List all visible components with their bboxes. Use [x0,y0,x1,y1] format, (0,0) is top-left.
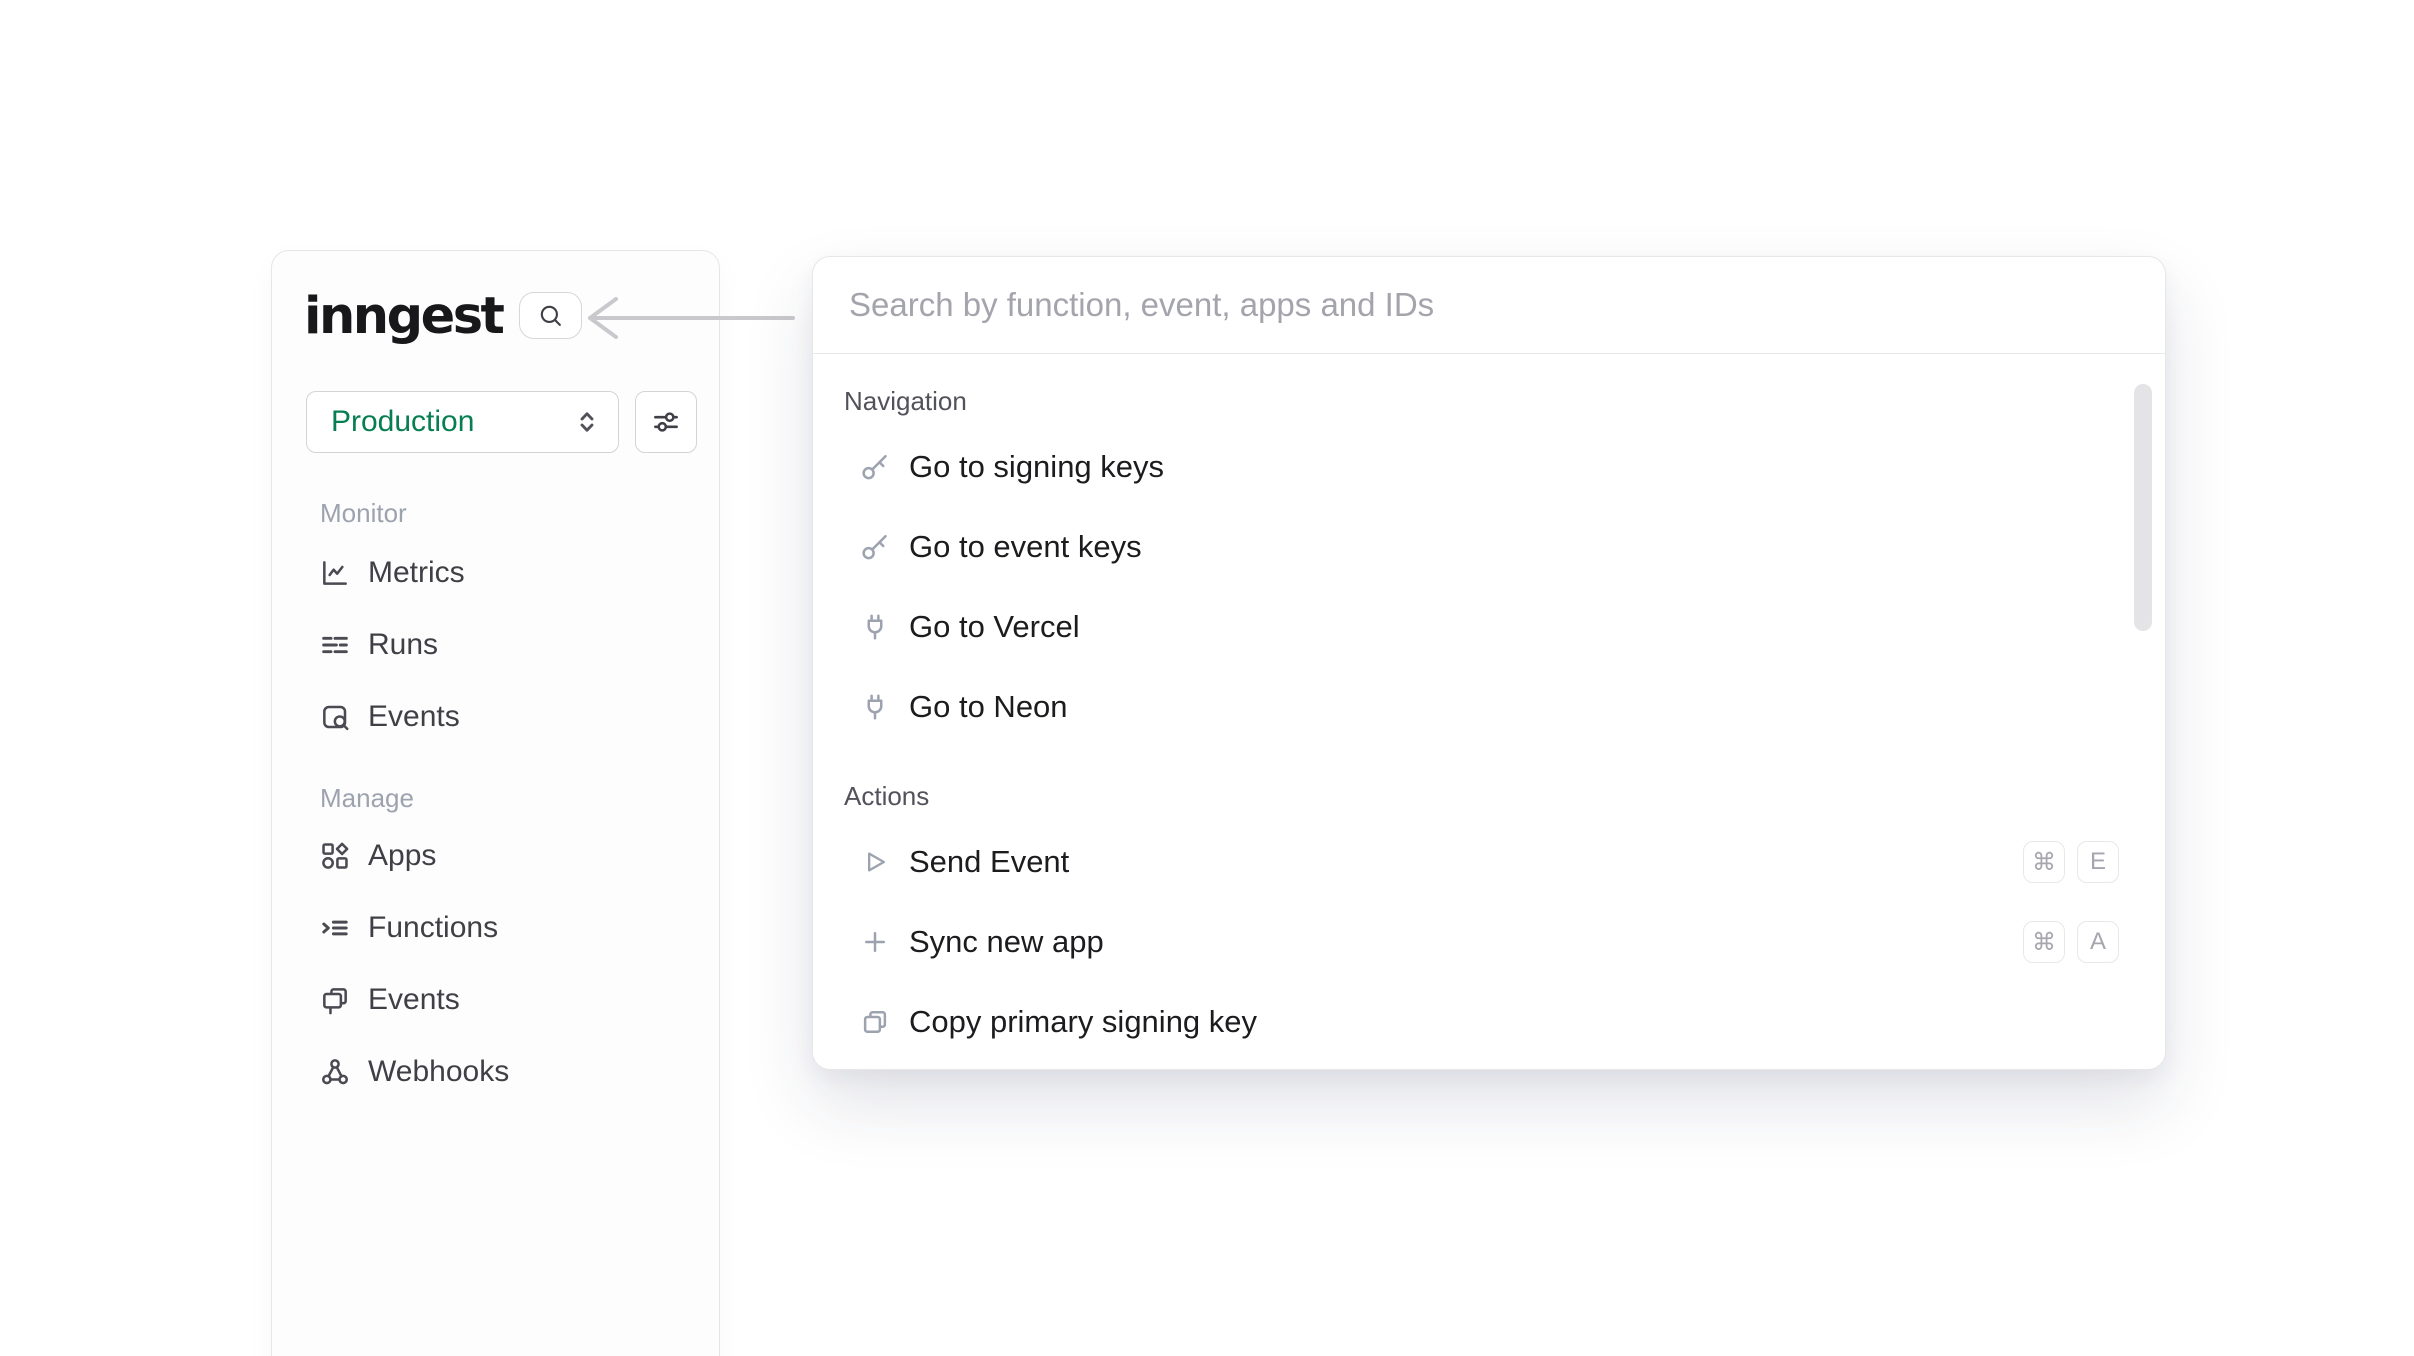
key-a: A [2077,921,2119,963]
command-item-go-to-neon[interactable]: Go to Neon [813,667,2165,747]
sidebar-item-label: Webhooks [368,1055,509,1089]
key-e: E [2077,841,2119,883]
command-item-copy-primary-signing-key[interactable]: Copy primary signing key [813,982,2165,1062]
command-item-sync-new-app[interactable]: Sync new app ⌘ A [813,902,2165,982]
plug-icon [860,692,890,722]
sidebar-item-label: Functions [368,911,498,945]
apps-shapes-icon [319,840,351,872]
sliders-icon [650,406,682,438]
command-item-label: Go to Neon [909,689,1068,725]
webhooks-icon [319,1056,351,1088]
events-copy-icon [319,984,351,1016]
sidebar-section-monitor: Monitor [320,497,695,529]
app-root: inngest Production [0,0,2414,1356]
sidebar-item-events-manage[interactable]: Events [319,964,695,1036]
sidebar-item-functions[interactable]: Functions [319,892,695,964]
command-item-label: Send Event [909,844,1069,880]
palette-section-actions: Actions [844,780,2129,812]
command-item-label: Sync new app [909,924,1104,960]
search-icon [537,302,564,329]
environment-filter-button[interactable] [635,391,697,453]
chart-line-icon [319,557,351,589]
palette-section-navigation: Navigation [844,385,2129,417]
sidebar-item-metrics[interactable]: Metrics [319,537,695,609]
shortcut-keys: ⌘ E [2023,841,2119,883]
inngest-logo: inngest [304,289,502,342]
sidebar-nav: Monitor Metrics Runs [319,497,695,1108]
sidebar-item-webhooks[interactable]: Webhooks [319,1036,695,1108]
sidebar-item-apps[interactable]: Apps [319,820,695,892]
functions-icon [319,912,351,944]
palette-search-input[interactable] [847,285,2125,325]
event-search-icon [319,701,351,733]
command-item-go-to-signing-keys[interactable]: Go to signing keys [813,427,2165,507]
command-item-label: Go to event keys [909,529,1142,565]
runs-list-icon [319,629,351,661]
environment-selector[interactable]: Production [306,391,619,453]
sidebar-item-label: Apps [368,839,436,873]
command-palette: Navigation Go to signing keys Go to even… [812,256,2166,1070]
annotation-arrow-to-search [582,294,798,342]
command-item-go-to-vercel[interactable]: Go to Vercel [813,587,2165,667]
shortcut-keys: ⌘ A [2023,921,2119,963]
environment-row: Production [306,391,697,453]
key-icon [860,452,890,482]
sidebar-item-events-monitor[interactable]: Events [319,681,695,753]
environment-selector-value: Production [331,405,572,439]
sidebar: inngest Production [271,250,720,1356]
cmd-key: ⌘ [2023,841,2065,883]
sidebar-item-label: Events [368,983,460,1017]
key-icon [860,532,890,562]
command-item-label: Go to signing keys [909,449,1164,485]
sidebar-item-runs[interactable]: Runs [319,609,695,681]
sidebar-item-label: Metrics [368,556,465,590]
palette-search-row [813,257,2165,354]
command-item-label: Go to Vercel [909,609,1080,645]
palette-scrollbar-thumb[interactable] [2134,384,2152,631]
sidebar-item-label: Runs [368,628,438,662]
command-item-label: Copy primary signing key [909,1004,1257,1040]
sidebar-header: inngest [304,289,582,342]
command-item-go-to-event-keys[interactable]: Go to event keys [813,507,2165,587]
sidebar-item-label: Events [368,700,460,734]
play-icon [860,847,890,877]
sidebar-section-manage: Manage [320,782,695,814]
plus-icon [860,927,890,957]
cmd-key: ⌘ [2023,921,2065,963]
command-item-send-event[interactable]: Send Event ⌘ E [813,822,2165,902]
copy-icon [860,1007,890,1037]
sidebar-search-button[interactable] [519,292,582,339]
plug-icon [860,612,890,642]
chevron-up-down-icon [572,407,602,437]
